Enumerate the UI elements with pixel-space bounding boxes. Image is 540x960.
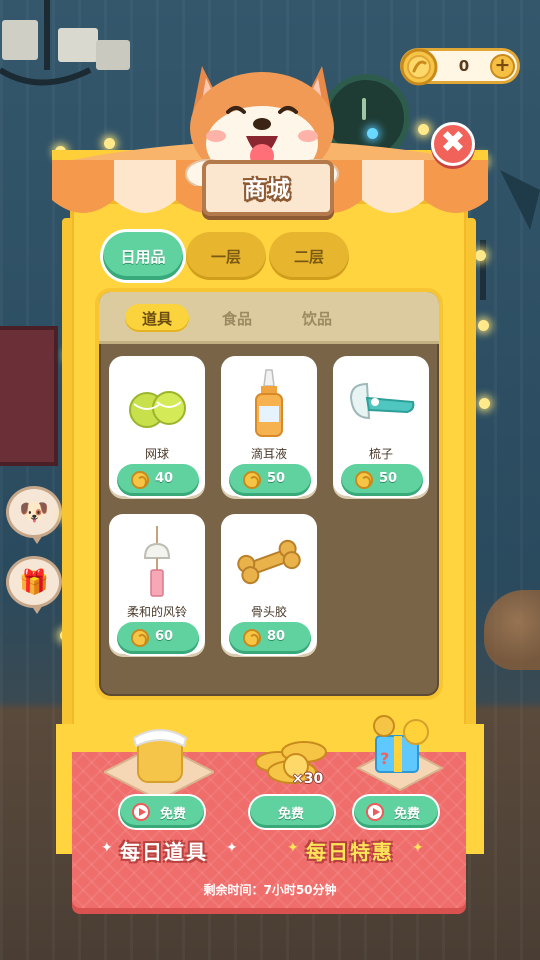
coin-icon xyxy=(243,471,261,489)
sparkle-icon: ✦ xyxy=(101,840,113,856)
tab-daily-goods[interactable]: 日用品 xyxy=(103,232,183,280)
free-gift-button[interactable]: 免费 xyxy=(354,796,438,828)
svg-text:?: ? xyxy=(380,749,389,768)
coin-icon xyxy=(355,471,373,489)
chandelier-icon xyxy=(0,0,130,86)
gift-button[interactable]: 🎁 xyxy=(6,556,62,614)
coin-icon xyxy=(131,471,149,489)
remaining-time: 剩余时间：7小时50分钟 xyxy=(203,883,337,897)
item-name: 柔和的风铃 xyxy=(126,605,187,619)
video-play-icon xyxy=(132,803,150,821)
free-label: 免费 xyxy=(160,807,187,822)
page-title: 商城 xyxy=(243,178,292,203)
buy-button[interactable]: 50 xyxy=(229,464,311,496)
coin-icon xyxy=(131,629,149,647)
daily-deals-title: 每日特惠 xyxy=(306,840,394,864)
ear-drops-bottle-icon xyxy=(255,369,283,437)
item-card-tennis-ball[interactable]: 网球 40 xyxy=(109,356,205,496)
buy-button[interactable]: 40 xyxy=(117,464,199,496)
item-price: 50 xyxy=(379,471,398,486)
daily-items-title: 每日道具 xyxy=(120,840,208,864)
bone-chew-icon xyxy=(237,539,301,585)
item-card-bone-chew[interactable]: 骨头胶 80 xyxy=(221,514,317,654)
buy-button[interactable]: 50 xyxy=(341,464,423,496)
left-cabinet xyxy=(0,326,58,466)
add-coins-button[interactable]: + xyxy=(490,54,515,79)
tab-floor-one[interactable]: 一层 xyxy=(186,232,266,280)
mystery-gift-box-icon: ? xyxy=(355,715,445,792)
free-honey-button[interactable]: 免费 xyxy=(120,796,204,828)
coin-multiplier: ×30 xyxy=(292,771,324,787)
tab-food[interactable]: 食品 xyxy=(205,304,269,332)
shop-panel: 道具 食品 饮品 网球 40 滴耳液 50 梳子 50 柔和的风铃 60 骨头胶… xyxy=(95,288,443,700)
item-price: 40 xyxy=(155,471,174,486)
buy-button[interactable]: 80 xyxy=(229,622,311,654)
item-price: 80 xyxy=(267,629,286,644)
sub-tab-bar: 道具 食品 饮品 xyxy=(99,292,439,344)
coin-icon xyxy=(400,48,438,86)
free-coins-button[interactable]: 免费 xyxy=(250,796,334,828)
comb-icon xyxy=(349,382,415,420)
sparkle-icon: ✦ xyxy=(226,840,238,856)
item-card-ear-drops[interactable]: 滴耳液 50 xyxy=(221,356,317,496)
coin-balance: 0 xyxy=(458,57,470,75)
tab-floor-two[interactable]: 二层 xyxy=(269,232,349,280)
item-name: 网球 xyxy=(144,447,169,461)
item-name: 滴耳液 xyxy=(250,447,287,461)
item-name: 梳子 xyxy=(368,447,393,461)
tab-props[interactable]: 道具 xyxy=(125,304,189,332)
close-button[interactable]: ✖ xyxy=(431,122,475,166)
item-name: 骨头胶 xyxy=(250,605,287,619)
tennis-balls-icon xyxy=(129,391,186,428)
dog-profile-button[interactable]: 🐶 xyxy=(6,486,62,544)
free-label: 免费 xyxy=(394,807,421,822)
coin-counter: 0 + xyxy=(400,48,520,86)
video-play-icon xyxy=(366,803,384,821)
free-label: 免费 xyxy=(278,807,305,822)
sparkle-icon: ✦ xyxy=(412,840,424,856)
coin-icon xyxy=(243,629,261,647)
item-price: 60 xyxy=(155,629,174,644)
honey-jar-icon xyxy=(104,729,214,802)
buy-button[interactable]: 60 xyxy=(117,622,199,654)
shop-title-sign: 商城 xyxy=(202,160,334,216)
sparkle-icon: ✦ xyxy=(287,840,299,856)
item-card-comb[interactable]: 梳子 50 xyxy=(333,356,429,496)
item-price: 50 xyxy=(267,471,286,486)
tab-drinks[interactable]: 饮品 xyxy=(285,304,349,332)
wind-chime-icon xyxy=(143,526,171,597)
item-card-wind-chime[interactable]: 柔和的风铃 60 xyxy=(109,514,205,654)
